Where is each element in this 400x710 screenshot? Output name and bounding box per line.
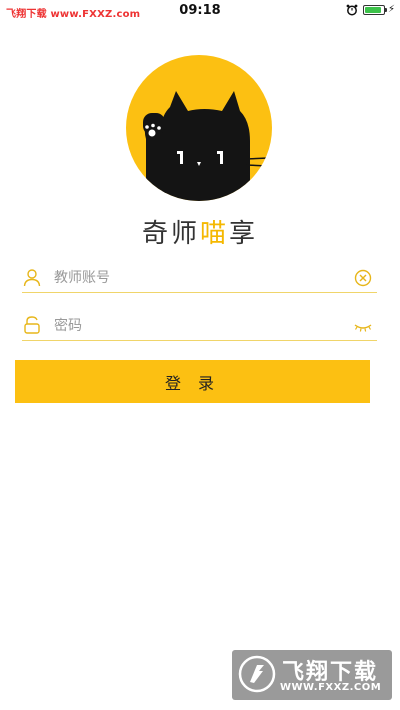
cat-logo — [126, 55, 272, 201]
password-input[interactable] — [52, 313, 346, 339]
lock-icon — [24, 316, 40, 334]
watermark-url: WWW.FXXZ.COM — [280, 682, 382, 693]
login-button[interactable]: 登 录 — [15, 360, 370, 403]
user-icon — [23, 269, 41, 287]
fxxz-logo-icon — [238, 655, 276, 693]
battery-level — [365, 7, 382, 13]
charging-icon: ⚡ — [388, 4, 396, 15]
account-field — [22, 262, 377, 293]
clear-icon[interactable] — [353, 268, 373, 288]
password-field — [22, 310, 377, 341]
alarm-icon — [346, 4, 358, 16]
eye-closed-icon[interactable] — [353, 316, 373, 336]
status-time: 09:18 — [179, 3, 221, 18]
app-name-part1: 奇师 — [141, 219, 200, 249]
battery-icon — [363, 5, 385, 15]
app-name: 奇师喵享 — [0, 213, 400, 250]
account-input[interactable] — [52, 265, 346, 291]
watermark: 飞翔下载 WWW.FXXZ.COM — [232, 650, 392, 700]
app-name-accent: 喵 — [199, 219, 229, 249]
app-name-part2: 享 — [229, 219, 259, 249]
status-bar: 飞翔下载 www.FXXZ.com 09:18 ⚡ — [0, 0, 400, 22]
battery-cap — [385, 8, 387, 12]
